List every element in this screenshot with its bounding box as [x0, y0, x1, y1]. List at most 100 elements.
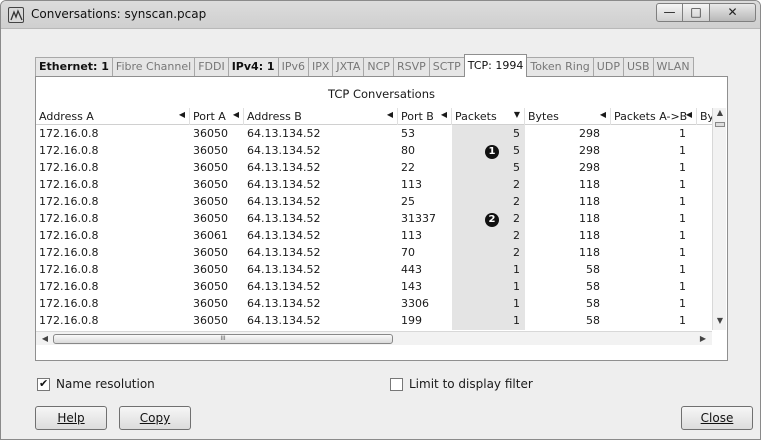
table-row[interactable]: 172.16.0.8 36050 64.13.134.52 443 1 58 1 [36, 262, 712, 279]
tab-token-ring[interactable]: Token Ring [527, 57, 593, 77]
column-header-bytes[interactable]: Bytes ◀ [525, 108, 611, 125]
cell-port-b: 443 [401, 263, 422, 276]
limit-display-filter-checkbox[interactable] [390, 378, 403, 391]
cell-packets-ab: 1 [679, 127, 686, 140]
scroll-left-icon[interactable]: ◀ [38, 332, 52, 346]
table-row[interactable]: 172.16.0.8 36050 64.13.134.52 25 2 118 1 [36, 194, 712, 211]
close-icon: ✕ [727, 5, 738, 19]
cell-packets: 2 [513, 178, 520, 191]
tab-ethernet[interactable]: Ethernet: 1 [35, 57, 112, 77]
column-header-bytes-a-to-b[interactable]: Byt [697, 108, 712, 125]
table-row[interactable]: 172.16.0.8 36061 64.13.134.52 113 2 118 1 [36, 228, 712, 245]
cell-packets: 2 [513, 246, 520, 259]
tab-jxta[interactable]: JXTA [332, 57, 364, 77]
column-header-address-b[interactable]: Address B ◀ [244, 108, 398, 125]
cell-port-b: 22 [401, 161, 415, 174]
table-body: 172.16.0.8 36050 64.13.134.52 53 5 298 1 172.16… [36, 126, 712, 330]
table-row[interactable]: 172.16.0.8 36050 64.13.134.52 199 1 58 1 [36, 313, 712, 330]
cell-address-b: 64.13.134.52 [247, 263, 321, 276]
tab-usb[interactable]: USB [622, 57, 653, 77]
cell-packets: 2 [513, 229, 520, 242]
column-header-label: Address A [39, 110, 94, 123]
table-row[interactable]: 172.16.0.8 36050 64.13.134.52 80 5 298 1 1 [36, 143, 712, 160]
name-resolution-checkbox[interactable]: ✔ [37, 377, 50, 391]
tab-udp[interactable]: UDP [592, 57, 623, 77]
vertical-scroll-thumb[interactable] [715, 122, 725, 127]
tab-fddi[interactable]: FDDI [194, 57, 228, 77]
cell-packets-ab: 1 [679, 144, 686, 157]
vertical-scrollbar[interactable]: ▲ ▼ [712, 108, 726, 330]
table-row[interactable]: 172.16.0.8 36050 64.13.134.52 70 2 118 1 [36, 245, 712, 262]
cell-address-b: 64.13.134.52 [247, 314, 321, 327]
scroll-right-icon[interactable]: ▶ [696, 332, 710, 346]
column-arrow-icon: ◀ [685, 110, 692, 119]
column-header-port-b[interactable]: Port B ◀ [398, 108, 452, 125]
cell-port-a: 36050 [193, 280, 228, 293]
table-row[interactable]: 172.16.0.8 36050 64.13.134.52 113 2 118 1 [36, 177, 712, 194]
column-arrow-icon: ◀ [440, 110, 447, 119]
cell-port-a: 36050 [193, 195, 228, 208]
cell-bytes: 58 [586, 280, 600, 293]
tab-rsvp[interactable]: RSVP [392, 57, 429, 77]
cell-address-a: 172.16.0.8 [39, 246, 99, 259]
close-button-label: Close [700, 411, 734, 425]
tab-ncp[interactable]: NCP [363, 57, 393, 77]
cell-port-a: 36050 [193, 263, 228, 276]
close-button[interactable]: Close [681, 406, 753, 430]
horizontal-scrollbar[interactable]: ◀ III ▶ [36, 331, 712, 345]
column-header-port-a[interactable]: Port A ◀ [190, 108, 244, 125]
cell-packets-ab: 1 [679, 229, 686, 242]
cell-address-b: 64.13.134.52 [247, 195, 321, 208]
tab-ipv4[interactable]: IPv4: 1 [227, 57, 278, 77]
table-row[interactable]: 172.16.0.8 36050 64.13.134.52 53 5 298 1 [36, 126, 712, 143]
table-row[interactable]: 172.16.0.8 36050 64.13.134.52 3306 1 58 1 [36, 296, 712, 313]
column-arrow-icon: ◀ [232, 110, 239, 119]
title-bar[interactable]: Conversations: synscan.pcap — □ ✕ [1, 1, 760, 29]
tab-ipv6[interactable]: IPv6 [277, 57, 308, 77]
cell-address-b: 64.13.134.52 [247, 280, 321, 293]
cell-packets: 5 [513, 127, 520, 140]
tab-tcp[interactable]: TCP: 1994 [463, 54, 528, 77]
tab-ipx[interactable]: IPX [307, 57, 333, 77]
tab-wlan[interactable]: WLAN [652, 57, 694, 77]
cell-packets-ab: 1 [679, 246, 686, 259]
cell-bytes: 298 [579, 127, 600, 140]
table-row[interactable]: 172.16.0.8 36050 64.13.134.52 22 5 298 1 [36, 160, 712, 177]
minimize-button[interactable]: — [656, 3, 683, 22]
cell-packets: 2 [513, 195, 520, 208]
cell-address-a: 172.16.0.8 [39, 229, 99, 242]
cell-packets: 1 [513, 314, 520, 327]
column-header-packets[interactable]: Packets ▼ [452, 108, 525, 125]
cell-port-a: 36050 [193, 297, 228, 310]
cell-packets: 5 [513, 161, 520, 174]
copy-button-label: Copy [139, 411, 171, 425]
tab-fibre-channel[interactable]: Fibre Channel [111, 57, 195, 77]
column-header-packets-a-to-b[interactable]: Packets A->B ◀ [611, 108, 697, 125]
help-button-label: Help [57, 411, 85, 425]
cell-address-b: 64.13.134.52 [247, 212, 321, 225]
table-row[interactable]: 172.16.0.8 36050 64.13.134.52 31337 2 118 1 2 [36, 211, 712, 228]
column-arrow-icon: ◀ [386, 110, 393, 119]
cell-address-a: 172.16.0.8 [39, 161, 99, 174]
sort-descending-icon: ▼ [513, 110, 520, 119]
cell-address-a: 172.16.0.8 [39, 314, 99, 327]
horizontal-scroll-thumb[interactable]: III [53, 334, 393, 344]
cell-port-b: 80 [401, 144, 415, 157]
maximize-button[interactable]: □ [683, 3, 710, 22]
window-title: Conversations: synscan.pcap [31, 7, 207, 21]
column-header-address-a[interactable]: Address A ◀ [36, 108, 190, 125]
cell-address-a: 172.16.0.8 [39, 212, 99, 225]
help-button[interactable]: Help [35, 406, 107, 430]
cell-packets: 1 [513, 297, 520, 310]
cell-address-b: 64.13.134.52 [247, 161, 321, 174]
copy-button[interactable]: Copy [119, 406, 191, 430]
cell-packets-ab: 1 [679, 195, 686, 208]
table-row[interactable]: 172.16.0.8 36050 64.13.134.52 143 1 58 1 [36, 279, 712, 296]
tab-sctp[interactable]: SCTP [428, 57, 464, 77]
cell-bytes: 298 [579, 144, 600, 157]
close-window-button[interactable]: ✕ [710, 3, 756, 22]
scroll-down-icon[interactable]: ▼ [713, 316, 726, 330]
cell-address-b: 64.13.134.52 [247, 229, 321, 242]
scroll-up-icon[interactable]: ▲ [713, 108, 726, 122]
column-arrow-icon: ◀ [599, 110, 606, 119]
